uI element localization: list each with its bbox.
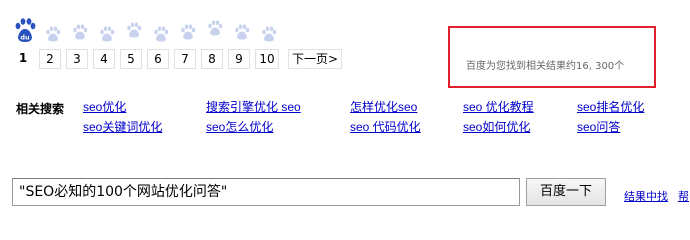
related-search-link[interactable]: seo如何优化 — [463, 118, 530, 135]
page-link-6[interactable]: 6 — [147, 49, 169, 69]
related-searches-title: 相关搜索 — [16, 102, 65, 116]
paw-icon — [124, 16, 151, 46]
page-link-5[interactable]: 5 — [120, 49, 142, 69]
paw-icon — [178, 16, 205, 46]
pagination: du 1 2 3 4 5 6 7 8 9 10 下一页> — [12, 16, 372, 72]
result-count-highlight: 百度为您找到相关结果约16, 300个 — [448, 26, 656, 88]
related-search-link[interactable]: seo问答 — [577, 118, 620, 135]
related-search-link[interactable]: seo排名优化 — [577, 98, 644, 115]
paw-icon — [232, 16, 259, 46]
related-search-link[interactable]: seo优化 — [83, 98, 126, 115]
help-link[interactable]: 帮 — [678, 188, 689, 204]
page-link-8[interactable]: 8 — [201, 49, 223, 69]
paw-icon — [259, 16, 286, 46]
search-within-results-link[interactable]: 结果中找 — [624, 188, 668, 204]
page-link-3[interactable]: 3 — [66, 49, 88, 69]
paw-icon — [43, 16, 70, 46]
page-link-10[interactable]: 10 — [255, 49, 279, 69]
related-search-link[interactable]: seo 代码优化 — [350, 118, 421, 135]
paw-icon — [70, 16, 97, 46]
baidu-paw-logo-icon: du — [12, 16, 39, 46]
page-link-2[interactable]: 2 — [39, 49, 61, 69]
logo-text: du — [20, 34, 30, 42]
related-search-link[interactable]: seo关键词优化 — [83, 118, 162, 135]
page-link-4[interactable]: 4 — [93, 49, 115, 69]
related-search-link[interactable]: seo 优化教程 — [463, 98, 534, 115]
paw-icon — [97, 16, 124, 46]
page-link-7[interactable]: 7 — [174, 49, 196, 69]
search-button[interactable]: 百度一下 — [526, 178, 606, 206]
paw-icon — [205, 16, 232, 46]
related-search-link[interactable]: seo怎么优化 — [206, 118, 273, 135]
result-count-text: 百度为您找到相关结果约16, 300个 — [466, 61, 625, 72]
current-page: 1 — [12, 49, 34, 69]
paw-icon — [151, 16, 178, 46]
paw-row: du — [12, 16, 372, 46]
page-number-row: 1 2 3 4 5 6 7 8 9 10 下一页> — [12, 49, 372, 69]
search-input[interactable]: "SEO必知的100个网站优化问答" — [12, 178, 520, 206]
related-search-link[interactable]: 搜索引擎优化 seo — [206, 98, 301, 115]
related-search-link[interactable]: 怎样优化seo — [350, 98, 417, 115]
page-link-9[interactable]: 9 — [228, 49, 250, 69]
next-page-link[interactable]: 下一页> — [288, 49, 342, 69]
